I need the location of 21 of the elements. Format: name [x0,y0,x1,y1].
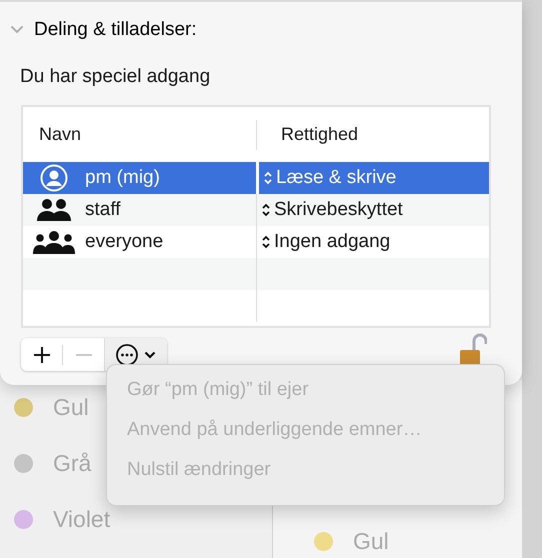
everyone-icon [33,230,75,254]
column-header[interactable]: Rettighed [257,121,358,148]
table-row[interactable]: pm (mig) Læse & skrive [23,162,489,194]
user-icon [40,164,68,192]
group-icon [36,198,72,222]
access-note: Du har speciel adgang [19,64,212,88]
minus-icon [74,352,92,356]
privilege-popup[interactable]: Ingen adgang [274,228,390,256]
more-icon [116,344,138,366]
stepper-icon[interactable] [261,202,271,218]
table-row[interactable]: staff Skrivebeskyttet [23,194,489,226]
column-header[interactable]: Navn [23,121,256,148]
table-cell-text: pm (mig) [85,166,160,190]
privilege-popup[interactable]: Læse & skrive [276,164,396,192]
section-title: Deling & tilladelser: [34,18,197,42]
plus-icon [32,346,50,364]
caret-icon [144,350,156,358]
table-cell-text: everyone [85,230,164,254]
stepper-icon[interactable] [261,234,271,250]
privilege-popup[interactable]: Skrivebeskyttet [274,196,403,224]
table-cell-text: staff [85,198,121,222]
